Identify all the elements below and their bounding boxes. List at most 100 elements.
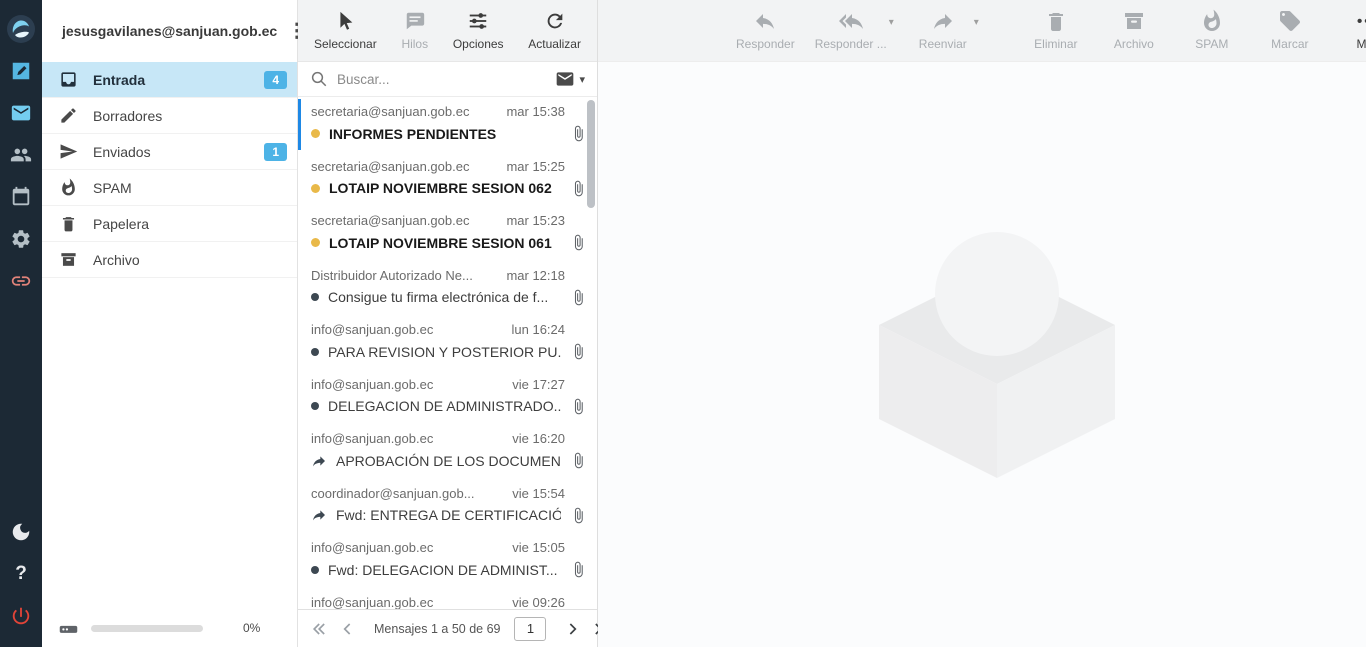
forward-button[interactable]: Reenviar [914, 9, 972, 51]
unread-dot-icon [311, 238, 320, 247]
quota-percent: 0% [243, 621, 260, 635]
message-row[interactable]: secretaria@sanjuan.gob.ecmar 15:25 LOTAI… [298, 152, 597, 207]
message-sender: secretaria@sanjuan.gob.ec [311, 104, 469, 119]
trash-icon [59, 214, 78, 233]
attachment-icon [570, 234, 587, 251]
message-date: mar 15:25 [506, 159, 565, 174]
quota-footer: 0% [42, 609, 297, 647]
sogo-watermark [879, 230, 1115, 480]
rail-item-calendar[interactable] [6, 182, 36, 212]
label-button[interactable]: Marcar [1261, 9, 1319, 51]
message-row[interactable]: secretaria@sanjuan.gob.ecmar 15:23 LOTAI… [298, 206, 597, 261]
message-row[interactable]: info@sanjuan.gob.ecvie 17:27 DELEGACION … [298, 370, 597, 425]
message-date: mar 15:38 [506, 104, 565, 119]
flame-icon [1200, 9, 1224, 33]
more-button[interactable]: ••• Más [1339, 9, 1366, 51]
reply-button[interactable]: Responder [736, 9, 795, 51]
app-rail: ? [0, 0, 42, 647]
calendar-icon [10, 186, 32, 208]
rail-item-contacts[interactable] [6, 140, 36, 170]
message-sender: info@sanjuan.gob.ec [311, 322, 433, 337]
select-button[interactable]: Seleccionar [314, 9, 377, 51]
message-row[interactable]: info@sanjuan.gob.eclun 16:24 PARA REVISI… [298, 315, 597, 370]
tag-icon [1278, 9, 1302, 33]
message-row[interactable]: coordinador@sanjuan.gob...vie 15:54 Fwd:… [298, 479, 597, 534]
message-row[interactable]: info@sanjuan.gob.ecvie 16:20 APROBACIÓN … [298, 424, 597, 479]
message-date: mar 15:23 [506, 213, 565, 228]
attachment-icon [570, 180, 587, 197]
first-page-button[interactable] [306, 617, 334, 641]
next-page-button[interactable] [558, 617, 586, 641]
search-icon [310, 70, 328, 88]
message-subject: LOTAIP NOVIEMBRE SESION 062 [329, 180, 561, 196]
message-list: secretaria@sanjuan.gob.ecmar 15:38 INFOR… [298, 97, 597, 609]
gear-icon [10, 228, 32, 250]
folder-item-enviados[interactable]: Enviados 1 [42, 134, 297, 170]
folder-label: SPAM [93, 180, 132, 196]
unread-badge: 1 [264, 143, 287, 161]
rail-item-mail[interactable] [6, 98, 36, 128]
search-scope-button[interactable]: ▾ [555, 69, 585, 89]
read-dot-icon [311, 566, 319, 574]
mail-icon [10, 102, 32, 124]
flame-icon [59, 178, 78, 197]
message-row[interactable]: info@sanjuan.gob.ecvie 15:05 Fwd: DELEGA… [298, 533, 597, 588]
message-date: lun 16:24 [512, 322, 566, 337]
reply-all-button[interactable]: Responder ... [815, 9, 887, 51]
app-logo[interactable] [6, 14, 36, 44]
unread-dot-icon [311, 184, 320, 193]
more-dots-icon: ••• [1357, 9, 1366, 33]
refresh-button[interactable]: Actualizar [528, 9, 581, 51]
chevron-left-icon [338, 619, 358, 639]
folder-pane: jesusgavilanes@sanjuan.gob.ec ⋮ Entrada … [42, 0, 298, 647]
folder-item-papelera[interactable]: Papelera [42, 206, 297, 242]
read-dot-icon [311, 293, 319, 301]
rail-item-logout[interactable] [6, 601, 36, 631]
forward-dropdown-icon[interactable]: ▾ [974, 17, 979, 28]
page-input[interactable] [514, 617, 546, 641]
rail-item-settings[interactable] [6, 224, 36, 254]
reply-all-dropdown-icon[interactable]: ▾ [889, 17, 894, 28]
archive-button[interactable]: Archivo [1105, 9, 1163, 51]
message-row[interactable]: secretaria@sanjuan.gob.ecmar 15:38 INFOR… [298, 97, 597, 152]
folder-item-borradores[interactable]: Borradores [42, 98, 297, 134]
message-row[interactable]: info@sanjuan.gob.ecvie 09:26 [298, 588, 597, 610]
scrollbar-thumb[interactable] [587, 100, 595, 208]
delete-button[interactable]: Eliminar [1027, 9, 1085, 51]
message-row[interactable]: Distribuidor Autorizado Ne...mar 12:18 C… [298, 261, 597, 316]
attachment-icon [570, 452, 587, 469]
message-subject: APROBACIÓN DE LOS DOCUMEN... [336, 453, 561, 469]
chevron-right-icon [562, 619, 582, 639]
search-input[interactable] [337, 72, 546, 87]
message-sender: Distribuidor Autorizado Ne... [311, 268, 473, 283]
folder-label: Archivo [93, 252, 140, 268]
chevron-down-icon: ▾ [579, 73, 585, 86]
folder-item-entrada[interactable]: Entrada 4 [42, 62, 297, 98]
prev-page-button[interactable] [334, 617, 362, 641]
rail-item-help[interactable]: ? [6, 559, 36, 589]
attachment-icon [570, 398, 587, 415]
storage-icon [58, 618, 79, 639]
options-button[interactable]: Opciones [453, 9, 504, 51]
rail-item-compose[interactable] [6, 56, 36, 86]
forwarded-icon [311, 453, 327, 469]
unread-badge: 4 [264, 71, 287, 89]
folder-item-spam[interactable]: SPAM [42, 170, 297, 206]
quota-progress-bar [91, 625, 203, 632]
rail-item-dark-mode[interactable] [6, 517, 36, 547]
message-sender: info@sanjuan.gob.ec [311, 540, 433, 555]
list-toolbar: Seleccionar Hilos Opciones [298, 0, 597, 62]
rail-item-link[interactable] [6, 266, 36, 296]
pagination-bar: Mensajes 1 a 50 de 69 [298, 609, 597, 647]
archive-icon [59, 250, 78, 269]
reply-all-icon [839, 9, 863, 33]
compose-icon [10, 60, 32, 82]
threads-button[interactable]: Hilos [401, 9, 428, 51]
spam-button[interactable]: SPAM [1183, 9, 1241, 51]
message-subject: Consigue tu firma electrónica de f... [328, 289, 561, 305]
folder-item-archivo[interactable]: Archivo [42, 242, 297, 278]
message-subject: Fwd: DELEGACION DE ADMINIST... [328, 562, 561, 578]
message-date: vie 15:54 [512, 486, 565, 501]
pagination-label: Mensajes 1 a 50 de 69 [374, 622, 500, 636]
envelope-icon [555, 69, 575, 89]
